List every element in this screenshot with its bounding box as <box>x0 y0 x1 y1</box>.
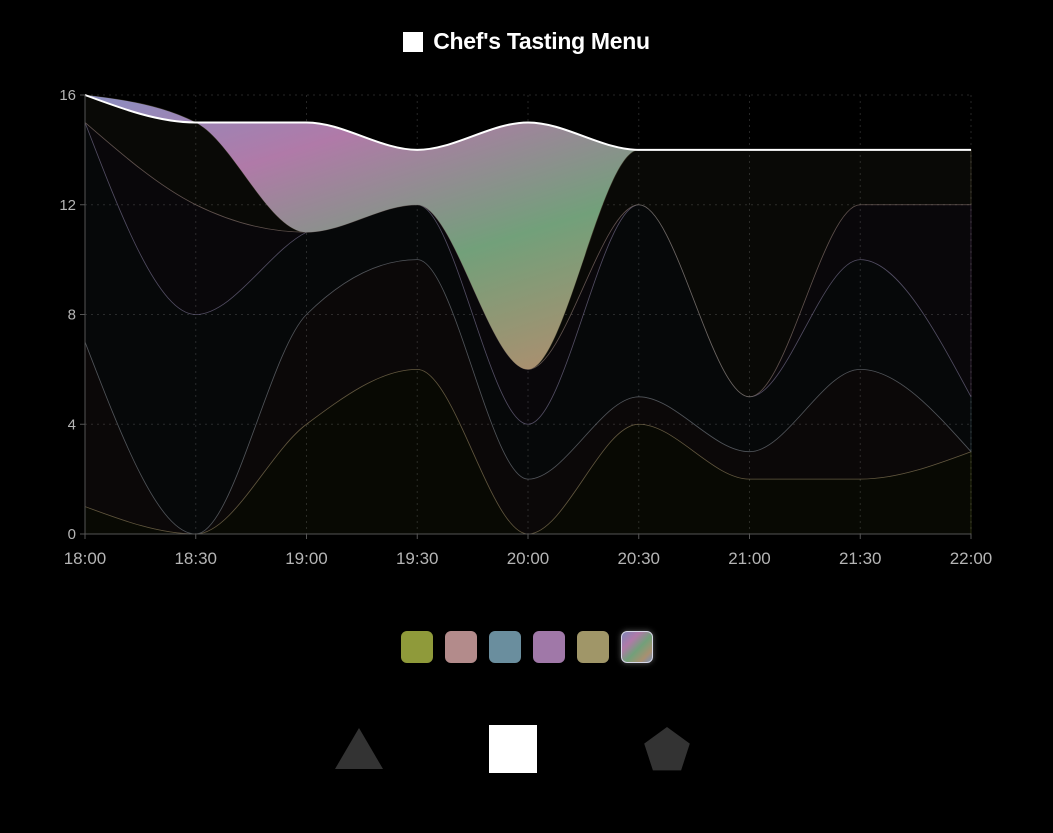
y-tick-label: 12 <box>59 197 76 214</box>
series-swatch-3[interactable] <box>488 631 521 663</box>
x-tick-label: 21:00 <box>728 549 771 568</box>
shape-selector <box>0 724 1053 774</box>
stacked-area-chart: 0 4 8 12 16 18:00 18:30 19:00 19:30 20:00 20:30 21:… <box>59 87 993 568</box>
triangle-icon[interactable] <box>334 724 384 774</box>
x-tick-label: 20:00 <box>507 549 550 568</box>
series-swatch-1[interactable] <box>400 631 433 663</box>
x-tick-label: 18:00 <box>64 549 107 568</box>
pentagon-icon[interactable] <box>642 724 692 774</box>
series-swatch-6[interactable] <box>620 631 653 663</box>
x-tick-label: 19:30 <box>396 549 439 568</box>
x-tick-label: 20:30 <box>617 549 660 568</box>
y-tick-label: 16 <box>59 87 76 104</box>
series-swatch-4[interactable] <box>532 631 565 663</box>
square-icon[interactable] <box>488 724 538 774</box>
x-tick-label: 18:30 <box>174 549 217 568</box>
x-tick-label: 21:30 <box>839 549 882 568</box>
x-tick-label: 22:00 <box>950 549 993 568</box>
x-tick-label: 19:00 <box>285 549 328 568</box>
y-tick-label: 4 <box>68 416 76 433</box>
area-series-group <box>84 94 972 535</box>
y-tick-label: 8 <box>68 307 76 324</box>
series-swatch-5[interactable] <box>576 631 609 663</box>
y-tick-label: 0 <box>68 526 76 543</box>
series-swatch-row <box>0 631 1053 663</box>
series-swatch-2[interactable] <box>444 631 477 663</box>
